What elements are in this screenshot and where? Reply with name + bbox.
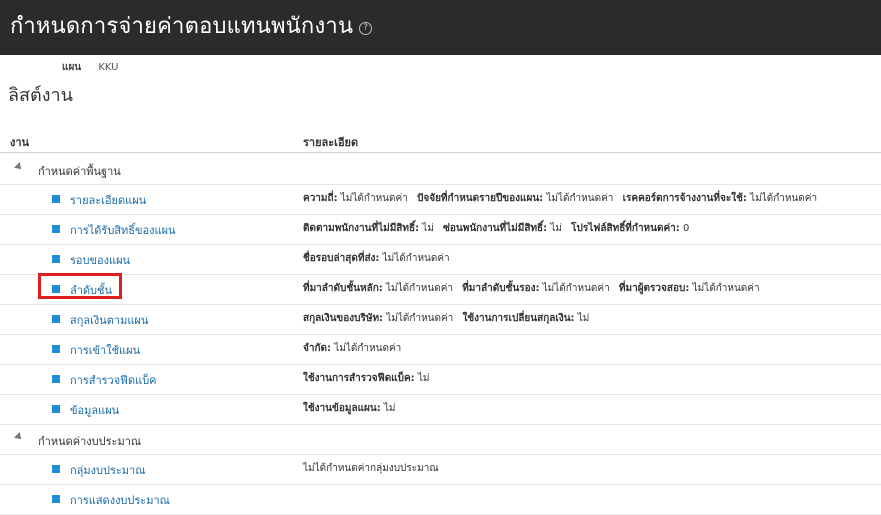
detail-value: ไม่ได้กำหนดค่า — [385, 283, 454, 294]
task-bullet-icon — [52, 465, 60, 473]
detail-value: ไม่ได้กำหนดค่า — [382, 253, 450, 264]
task-row: กลุ่มงบประมาณ ไม่ได้กำหนดค่ากลุ่มงบประมา… — [0, 454, 881, 485]
header-divider — [0, 152, 881, 153]
detail-key: สกุลเงินของบริษัท: — [303, 313, 384, 324]
task-bullet-icon — [52, 225, 60, 233]
detail-value: ไม่ได้กำหนดค่า — [542, 283, 610, 294]
task-link-plan-eligibility[interactable]: การได้รับสิทธิ์ของแผน — [70, 221, 176, 239]
task-detail: ที่มาลำดับชั้นหลัก: ไม่ได้กำหนดค่า ที่มา… — [303, 281, 766, 296]
detail-key: ใช้งานการสำรวจฟีดแบ็ค: — [303, 373, 415, 384]
detail-key: ที่มาลำดับชั้นรอง: — [462, 283, 540, 294]
task-link-plan-currency[interactable]: สกุลเงินตามแผน — [70, 311, 148, 329]
collapse-triangle-icon[interactable] — [14, 432, 24, 442]
task-bullet-icon — [52, 495, 60, 503]
task-detail: ความถี่: ไม่ได้กำหนดค่า ปัจจัยที่กำหนดรา… — [303, 191, 823, 206]
task-detail: สกุลเงินของบริษัท: ไม่ได้กำหนดค่า ใช้งาน… — [303, 311, 595, 326]
detail-value: ไม่ได้กำหนดค่า — [334, 343, 402, 354]
detail-value: ไม่ได้กำหนดค่า — [750, 193, 818, 204]
detail-key: ที่มาลำดับชั้นหลัก: — [303, 283, 383, 294]
detail-value: ไม่ — [577, 313, 590, 324]
detail-key: จำกัด: — [303, 343, 332, 354]
detail-value: ไม่ได้กำหนดค่า — [692, 283, 760, 294]
detail-key: เรคคอร์ดการจ้างงานที่จะใช้: — [622, 193, 747, 204]
task-bullet-icon — [52, 345, 60, 353]
detail-key: ติดตามพนักงานที่ไม่มีสิทธิ์: — [303, 223, 420, 234]
detail-value: ไม่ — [383, 403, 396, 414]
detail-key: โปรไฟล์สิทธิ์ที่กำหนดค่า: — [571, 223, 680, 234]
detail-value: ไม่ได้กำหนดค่ากลุ่มงบประมาณ — [303, 463, 439, 474]
group-label: กำหนดค่างบประมาณ — [38, 435, 142, 448]
task-row: สกุลเงินตามแผน สกุลเงินของบริษัท: ไม่ได้… — [0, 304, 881, 335]
detail-key: ที่มาผู้ตรวจสอบ: — [618, 283, 690, 294]
task-detail: ใช้งานข้อมูลแผน: ไม่ — [303, 401, 402, 416]
detail-key: ชื่อรอบล่าสุดที่ส่ง: — [303, 253, 380, 264]
detail-key: ซ่อนพนักงานที่ไม่มีสิทธิ์: — [443, 223, 548, 234]
section-title: ลิสต์งาน — [8, 85, 73, 106]
group-row-budget-setup: กำหนดค่างบประมาณ — [0, 424, 881, 455]
detail-value: ไม่ได้กำหนดค่า — [340, 193, 408, 204]
task-link-plan-details[interactable]: รายละเอียดแผน — [70, 191, 146, 209]
highlight-box — [38, 273, 122, 299]
detail-value: ไม่ — [550, 223, 562, 234]
plan-label: แผน — [62, 62, 82, 73]
task-link-plan-cycles[interactable]: รอบของแผน — [70, 251, 130, 269]
task-row: รอบของแผน ชื่อรอบล่าสุดที่ส่ง: ไม่ได้กำห… — [0, 244, 881, 275]
task-detail: ติดตามพนักงานที่ไม่มีสิทธิ์: ไม่ ซ่อนพนั… — [303, 221, 695, 236]
task-row: ลำดับชั้น ที่มาลำดับชั้นหลัก: ไม่ได้กำหน… — [0, 274, 881, 305]
detail-value: ไม่ — [422, 223, 434, 234]
column-header-detail: รายละเอียด — [303, 136, 359, 149]
help-icon[interactable]: ? — [359, 22, 373, 35]
detail-value: ไม่ — [417, 373, 430, 384]
task-bullet-icon — [52, 375, 60, 383]
task-row: การได้รับสิทธิ์ของแผน ติดตามพนักงานที่ไม… — [0, 214, 881, 245]
plan-info: แผน KKU — [62, 60, 119, 75]
collapse-triangle-icon[interactable] — [14, 162, 24, 172]
task-link-feedback-survey[interactable]: การสำรวจฟีดแบ็ค — [70, 371, 157, 389]
task-detail: ใช้งานการสำรวจฟีดแบ็ค: ไม่ — [303, 371, 435, 386]
detail-value: 0 — [682, 223, 690, 234]
detail-key: ความถี่: — [303, 193, 338, 204]
page-title: กำหนดการจ่ายค่าตอบแทนพนักงาน? — [10, 8, 373, 43]
task-link-plan-access[interactable]: การเข้าใช้แผน — [70, 341, 140, 359]
task-detail: ไม่ได้กำหนดค่ากลุ่มงบประมาณ — [303, 461, 445, 476]
top-bar: กำหนดการจ่ายค่าตอบแทนพนักงาน? — [0, 0, 881, 55]
task-link-budget-display[interactable]: การแสดงงบประมาณ — [70, 491, 170, 509]
plan-value: KKU — [98, 62, 119, 73]
task-bullet-icon — [52, 315, 60, 323]
task-link-budget-pools[interactable]: กลุ่มงบประมาณ — [70, 461, 145, 479]
task-row: ข้อมูลแผน ใช้งานข้อมูลแผน: ไม่ — [0, 394, 881, 425]
task-bullet-icon — [52, 195, 60, 203]
task-row: รายละเอียดแผน ความถี่: ไม่ได้กำหนดค่า ปั… — [0, 184, 881, 215]
task-bullet-icon — [52, 405, 60, 413]
detail-key: ปัจจัยที่กำหนดรายปีของแผน: — [417, 193, 544, 204]
task-link-plan-info[interactable]: ข้อมูลแผน — [70, 401, 119, 419]
detail-key: ใช้งานข้อมูลแผน: — [303, 403, 381, 414]
detail-value: ไม่ได้กำหนดค่า — [546, 193, 614, 204]
detail-value: ไม่ได้กำหนดค่า — [386, 313, 454, 324]
task-detail: ชื่อรอบล่าสุดที่ส่ง: ไม่ได้กำหนดค่า — [303, 251, 456, 266]
task-row: การสำรวจฟีดแบ็ค ใช้งานการสำรวจฟีดแบ็ค: ไ… — [0, 364, 881, 395]
task-row: การแสดงงบประมาณ — [0, 484, 881, 515]
page-title-text: กำหนดการจ่ายค่าตอบแทนพนักงาน — [10, 14, 354, 39]
task-bullet-icon — [52, 255, 60, 263]
column-header-task: งาน — [10, 136, 30, 149]
task-detail: จำกัด: ไม่ได้กำหนดค่า — [303, 341, 407, 356]
group-label: กำหนดค่าพื้นฐาน — [38, 165, 121, 178]
group-row-basic-setup: กำหนดค่าพื้นฐาน — [0, 154, 881, 185]
detail-key: ใช้งานการเปลี่ยนสกุลเงิน: — [462, 313, 575, 324]
task-row: การเข้าใช้แผน จำกัด: ไม่ได้กำหนดค่า — [0, 334, 881, 365]
